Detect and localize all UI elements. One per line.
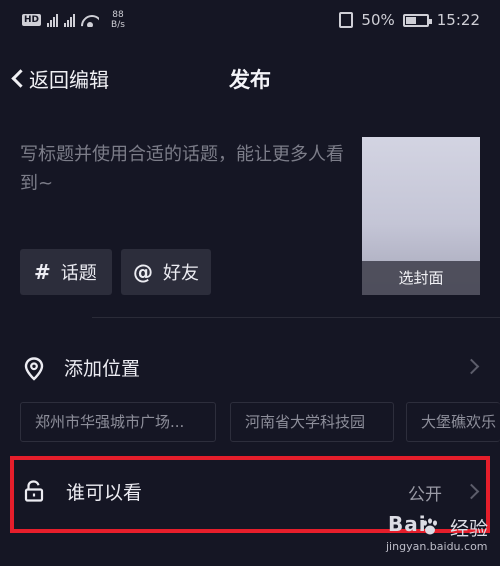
location-suggestion[interactable]: 郑州市华强城市广场... [20,402,216,442]
divider [92,317,500,318]
location-suggestion[interactable]: 河南省大学科技园 [230,402,394,442]
caption-input[interactable]: 写标题并使用合适的话题，能让更多人看到~ [20,140,350,198]
location-pin-icon [24,357,44,381]
baidu-watermark: Bai 经验 jingyan.baidu.com [382,512,498,564]
status-right: 50% 15:22 [339,11,480,29]
topic-button[interactable]: # 话题 [20,249,112,295]
net-speed-unit: B/s [111,20,125,30]
watermark-suffix: 经验 [450,518,489,540]
add-location-label: 添加位置 [64,358,141,380]
location-suggestion[interactable]: 大堡礁欢乐 [406,402,500,442]
signal-icon-2 [64,13,76,27]
nav-bar: 返回编辑 发布 [0,58,500,102]
paw-icon [423,518,437,535]
net-speed-value: 88 [112,10,124,20]
friend-label: 好友 [163,263,199,284]
wifi-icon [81,13,99,27]
cover-label: 选封面 [362,261,480,295]
hashtag-icon: # [34,260,51,284]
mention-friend-button[interactable]: @ 好友 [121,249,211,295]
battery-percent: 50% [361,11,395,29]
topic-label: 话题 [60,263,97,284]
status-left: HD 88 B/s [22,10,125,30]
hd-badge: HD [22,14,42,26]
signal-icon [47,13,59,27]
clock: 15:22 [436,11,480,29]
vibrate-icon [339,12,354,28]
add-location-row[interactable]: 添加位置 [0,343,500,391]
net-speed: 88 B/s [111,10,125,30]
page-title: 发布 [229,68,271,92]
watermark-url: jingyan.baidu.com [386,540,488,553]
cover-picker[interactable]: 选封面 [362,137,480,295]
battery-icon [402,13,432,27]
status-bar: HD 88 B/s 50% 15:22 [0,0,500,40]
at-icon: @ [133,260,153,284]
